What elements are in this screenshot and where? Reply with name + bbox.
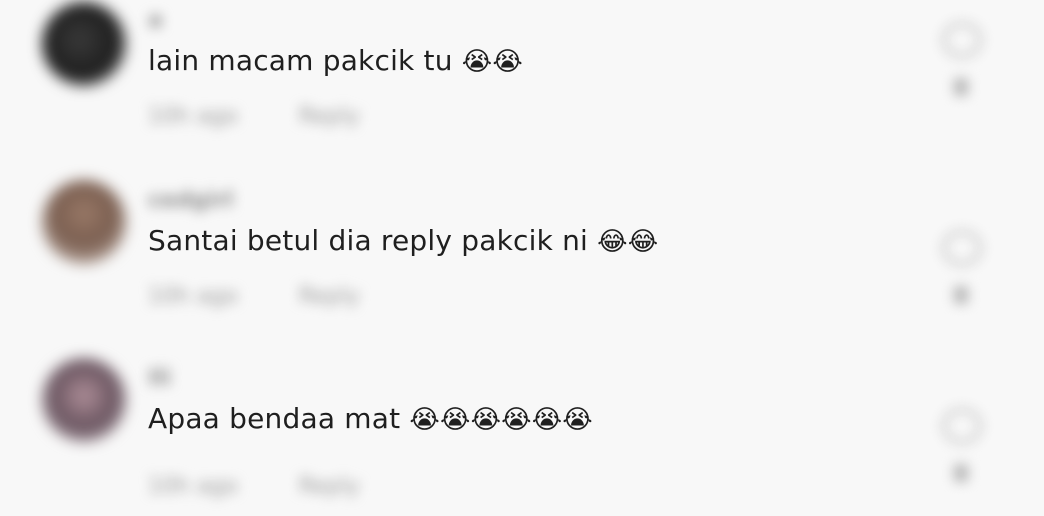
heart-icon (942, 408, 982, 444)
comment-body: lain macam pakcik tu (148, 44, 453, 77)
comment-timestamp: 10h ago (148, 104, 238, 129)
comment-username[interactable]: Ili (148, 366, 171, 391)
comment-username[interactable]: a (148, 8, 163, 33)
comment-username[interactable]: cedgirl (148, 188, 233, 213)
comment-meta: 10h ago Reply (148, 474, 360, 504)
like-button[interactable] (938, 12, 986, 112)
comment-text: Apaa bendaa mat 😭😭😭😭😭😭 (148, 402, 593, 435)
like-button[interactable] (938, 220, 986, 320)
like-count (954, 464, 968, 482)
reply-button[interactable]: Reply (299, 104, 360, 129)
heart-icon (942, 22, 982, 58)
emoji-crying-icon: 😭😭 (461, 47, 523, 77)
comment-item: cedgirl Santai betul dia reply pakcik ni… (0, 180, 1044, 360)
comment-body: Santai betul dia reply pakcik ni (148, 224, 589, 257)
emoji-laughing-icon: 😂😂 (597, 227, 659, 257)
comment-timestamp: 10h ago (148, 474, 238, 499)
comment-timestamp: 10h ago (148, 284, 238, 309)
comment-text: Santai betul dia reply pakcik ni 😂😂 (148, 224, 658, 257)
emoji-crying-icon: 😭😭😭😭😭😭 (409, 405, 593, 435)
like-count (954, 286, 968, 304)
avatar[interactable] (42, 358, 126, 442)
comment-meta: 10h ago Reply (148, 104, 360, 134)
reply-button[interactable]: Reply (299, 474, 360, 499)
comment-item: a lain macam pakcik tu 😭😭 10h ago Reply (0, 0, 1044, 180)
avatar[interactable] (42, 180, 126, 264)
comment-list: a lain macam pakcik tu 😭😭 10h ago Reply … (0, 0, 1044, 516)
reply-button[interactable]: Reply (299, 284, 360, 309)
comment-body: Apaa bendaa mat (148, 402, 401, 435)
like-button[interactable] (938, 398, 986, 498)
avatar[interactable] (42, 2, 126, 86)
comment-text: lain macam pakcik tu 😭😭 (148, 44, 523, 77)
heart-icon (942, 230, 982, 266)
like-count (954, 78, 968, 96)
comment-item: Ili Apaa bendaa mat 😭😭😭😭😭😭 10h ago Reply (0, 358, 1044, 516)
comment-meta: 10h ago Reply (148, 284, 360, 314)
